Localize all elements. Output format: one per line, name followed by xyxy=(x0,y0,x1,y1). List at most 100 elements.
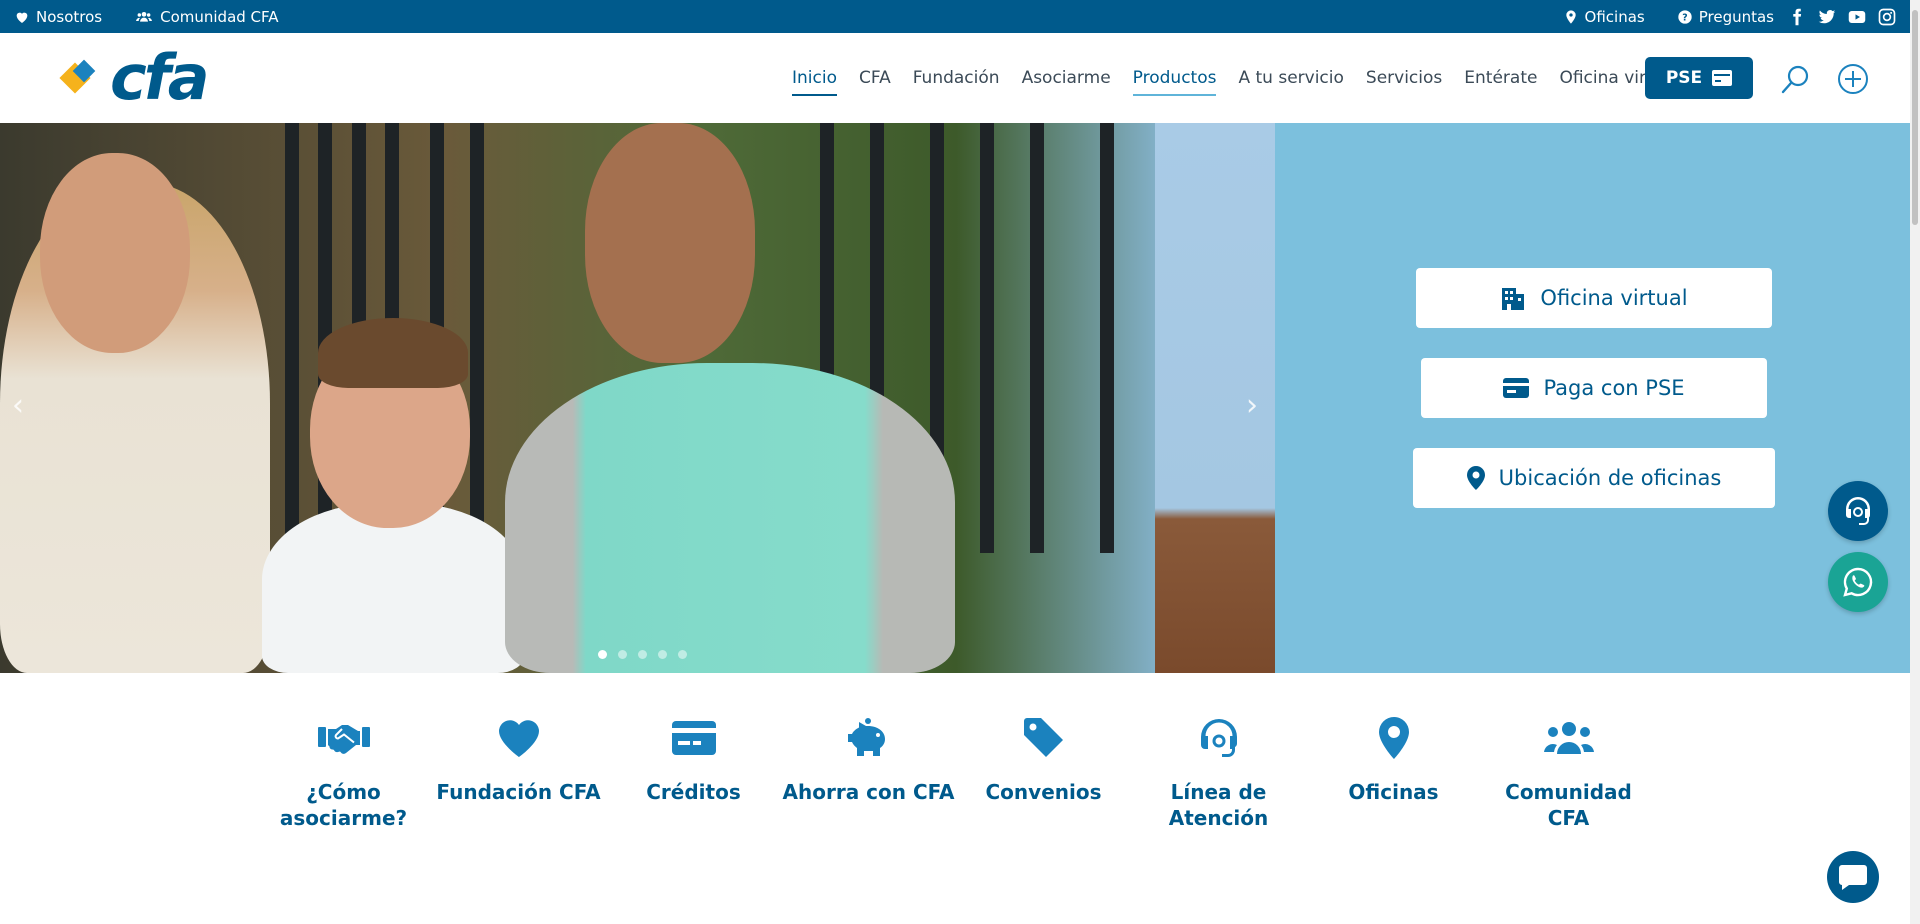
shortcut-label: Fundación CFA xyxy=(436,780,601,804)
chat-button[interactable] xyxy=(1827,851,1879,903)
nav-cfa[interactable]: CFA xyxy=(859,62,891,94)
headset-icon xyxy=(1846,497,1871,525)
search-icon[interactable] xyxy=(1780,63,1812,95)
pse-button-label: PSE xyxy=(1665,68,1703,88)
shortcut-linea-de-atencion[interactable]: Línea de Atención xyxy=(1131,713,1306,831)
carousel-dots xyxy=(598,650,687,659)
scrollbar-thumb[interactable] xyxy=(1912,10,1918,225)
building-icon xyxy=(1502,288,1525,310)
ubicacion-oficinas-button[interactable]: Ubicación de oficinas xyxy=(1413,448,1775,508)
carousel-dot[interactable] xyxy=(658,650,667,659)
carousel-dot[interactable] xyxy=(598,650,607,659)
fence-bar xyxy=(470,123,484,553)
instagram-icon[interactable] xyxy=(1878,8,1896,26)
youtube-icon[interactable] xyxy=(1848,8,1866,26)
hero-carousel[interactable]: ‹ › xyxy=(0,123,1275,673)
piggy-bank-icon xyxy=(847,718,885,756)
page: Nosotros Comunidad CFA Oficinas ? Pregun… xyxy=(0,0,1920,924)
nav-a-tu-servicio[interactable]: A tu servicio xyxy=(1238,62,1343,94)
topbar-link-label: Preguntas xyxy=(1698,7,1774,26)
person-boy-hair xyxy=(318,318,468,388)
users-icon xyxy=(1543,722,1594,754)
shortcut-convenios[interactable]: Convenios xyxy=(956,713,1131,805)
shortcut-como-asociarme[interactable]: ¿Cómo asociarme? xyxy=(256,713,431,831)
fence-bar xyxy=(980,123,994,553)
shortcut-label: Línea de Atención xyxy=(1168,780,1269,830)
person-man xyxy=(505,363,955,673)
users-icon xyxy=(136,11,153,22)
whatsapp-float-button[interactable] xyxy=(1828,552,1888,612)
support-float-button[interactable] xyxy=(1828,481,1888,541)
svg-text:?: ? xyxy=(1682,12,1687,23)
shortcut-label: Comunidad CFA xyxy=(1505,780,1632,830)
nav-asociarme[interactable]: Asociarme xyxy=(1022,62,1111,94)
shortcut-label: Convenios xyxy=(985,780,1102,804)
person-woman-face xyxy=(40,153,190,353)
quick-action-label: Oficina virtual xyxy=(1540,286,1688,310)
card-icon xyxy=(1503,378,1530,398)
card-icon xyxy=(1712,70,1733,86)
handshake-icon xyxy=(317,725,370,754)
topbar-link-comunidad[interactable]: Comunidad CFA xyxy=(134,7,279,26)
main-nav: Inicio CFA Fundación Asociarme Productos… xyxy=(792,33,1679,123)
carousel-prev-button[interactable]: ‹ xyxy=(12,388,24,423)
shortcuts-section: ¿Cómo asociarme? Fundación CFA Créditos … xyxy=(0,673,1910,924)
plus-circle-icon[interactable] xyxy=(1837,63,1869,95)
nav-inicio[interactable]: Inicio xyxy=(792,62,837,96)
twitter-icon[interactable] xyxy=(1818,8,1836,26)
quick-actions-panel: Oficina virtual Paga con PSE Ubicación d… xyxy=(1275,123,1910,673)
carousel-dot[interactable] xyxy=(618,650,627,659)
location-icon xyxy=(1565,9,1576,24)
nav-servicios[interactable]: Servicios xyxy=(1366,62,1442,94)
tag-icon xyxy=(1023,718,1063,757)
carousel-dot[interactable] xyxy=(678,650,687,659)
quick-action-label: Paga con PSE xyxy=(1543,376,1685,400)
paga-con-pse-button[interactable]: Paga con PSE xyxy=(1421,358,1767,418)
logo-mark xyxy=(56,53,106,103)
shortcut-oficinas[interactable]: Oficinas xyxy=(1306,713,1481,805)
topbar-link-nosotros[interactable]: Nosotros xyxy=(14,8,102,26)
whatsapp-icon xyxy=(1843,567,1873,597)
chat-icon xyxy=(1839,865,1867,890)
quick-action-label: Ubicación de oficinas xyxy=(1498,466,1722,490)
shortcut-label: Oficinas xyxy=(1348,780,1439,804)
credit-card-icon xyxy=(671,721,716,755)
carousel-next-button[interactable]: › xyxy=(1246,388,1258,423)
topbar-link-label: Comunidad CFA xyxy=(160,7,279,26)
fence-bar xyxy=(1030,123,1044,553)
person-boy xyxy=(262,503,524,673)
page-scrollbar[interactable] xyxy=(1910,0,1920,924)
nav-fundacion[interactable]: Fundación xyxy=(913,62,1000,94)
facebook-icon[interactable] xyxy=(1788,8,1806,26)
nav-enterate[interactable]: Entérate xyxy=(1464,62,1537,94)
question-icon: ? xyxy=(1678,9,1692,24)
topbar-link-label: Nosotros xyxy=(36,7,103,26)
carousel-dot[interactable] xyxy=(638,650,647,659)
fence-bar xyxy=(285,123,299,553)
shortcut-label: Ahorra con CFA xyxy=(782,780,955,804)
social-links xyxy=(1788,8,1896,26)
location-icon xyxy=(1378,717,1409,759)
topbar-link-preguntas[interactable]: ? Preguntas xyxy=(1677,8,1774,26)
shortcut-creditos[interactable]: Créditos xyxy=(606,713,781,805)
shortcut-label: ¿Cómo asociarme? xyxy=(279,780,408,830)
topbar-link-label: Oficinas xyxy=(1584,7,1645,26)
cfa-logo[interactable]: cfa xyxy=(56,47,216,109)
headset-icon xyxy=(1200,719,1237,757)
oficina-virtual-button[interactable]: Oficina virtual xyxy=(1416,268,1772,328)
top-bar: Nosotros Comunidad CFA Oficinas ? Pregun… xyxy=(0,0,1910,33)
shortcut-comunidad-cfa[interactable]: Comunidad CFA xyxy=(1481,713,1656,831)
location-icon xyxy=(1466,466,1485,490)
shortcut-label: Créditos xyxy=(646,780,741,804)
pse-button[interactable]: PSE xyxy=(1645,57,1753,99)
person-man-face xyxy=(585,123,755,363)
nav-productos[interactable]: Productos xyxy=(1132,62,1216,96)
fence-bar xyxy=(1100,123,1114,553)
heart-icon xyxy=(498,720,539,757)
topbar-link-oficinas[interactable]: Oficinas xyxy=(1563,8,1645,26)
shortcut-ahorra-con-cfa[interactable]: Ahorra con CFA xyxy=(781,713,956,805)
main-header: cfa Inicio CFA Fundación Asociarme Produ… xyxy=(0,33,1910,123)
heart-icon xyxy=(16,12,28,23)
shortcut-fundacion-cfa[interactable]: Fundación CFA xyxy=(431,713,606,805)
logo-wordmark: cfa xyxy=(110,41,210,114)
